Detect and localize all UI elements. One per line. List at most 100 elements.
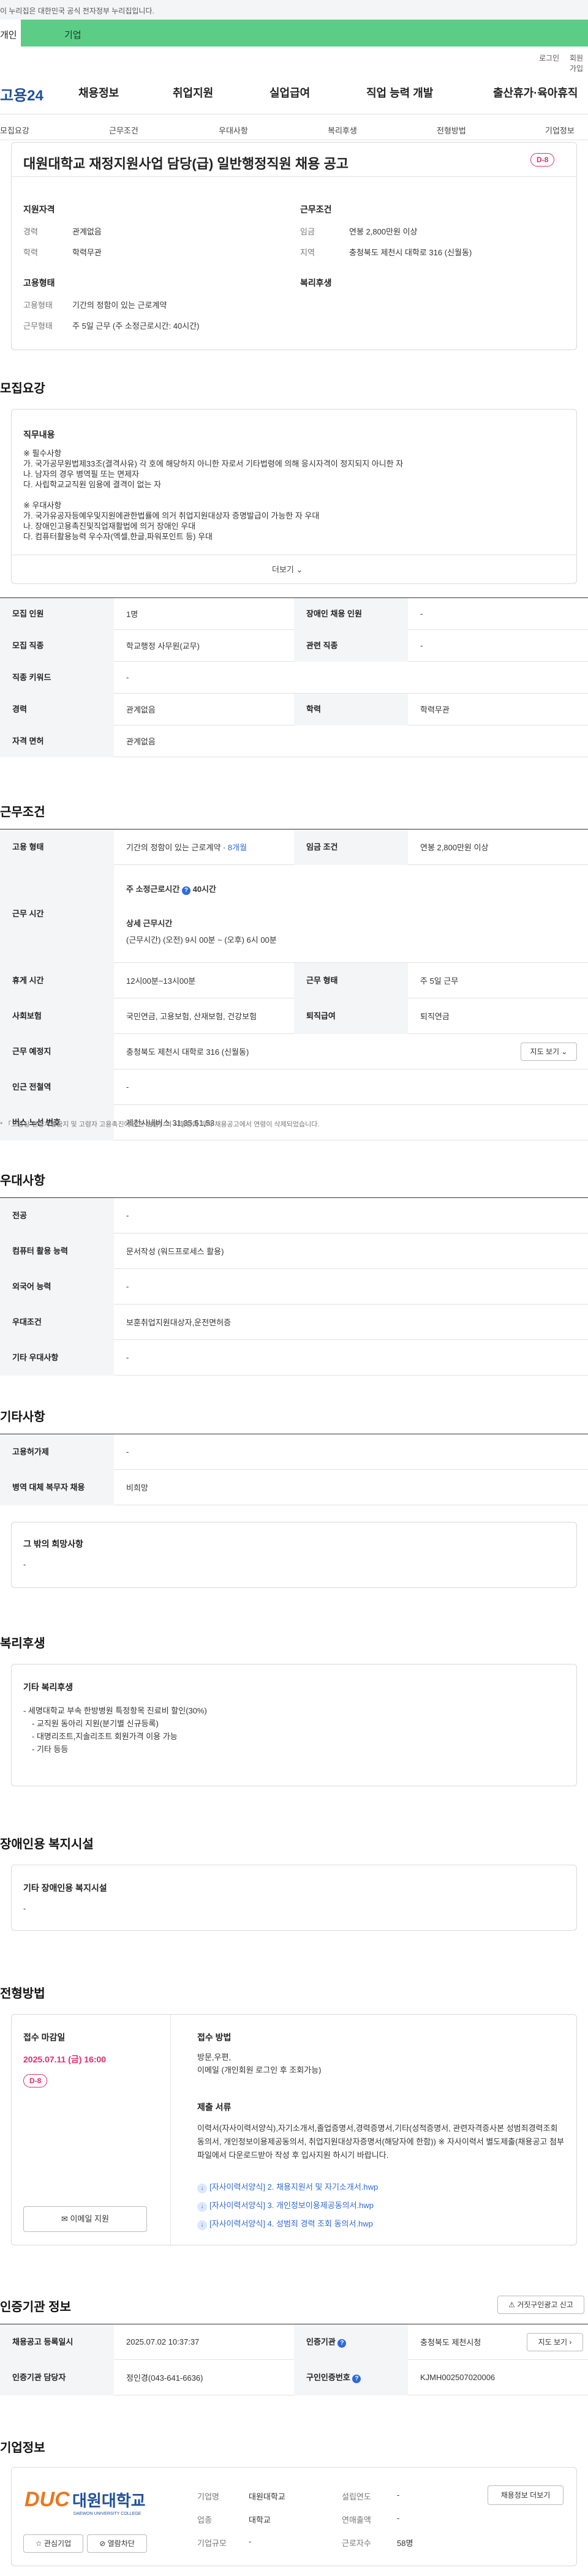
anchor-work[interactable]: 근무조건 <box>109 124 138 136</box>
table-cell: 연봉 2,800만원 이상 <box>420 843 489 852</box>
work-table: 고용 형태 기간의 정함이 있는 근로계약 · 8개월 임금 조건 연봉 2,8… <box>0 829 588 1140</box>
table-header: 장애인 채용 인원 <box>294 597 408 630</box>
hours-detail: (근무시간) (오전) 9시 00분 ~ (오후) 6시 00분 <box>126 935 277 945</box>
join-link[interactable]: 회원가입 <box>570 53 588 73</box>
list-item: 방문,우편, <box>197 2053 232 2062</box>
table-cell: 학교행정 사무원(교무) <box>126 642 200 651</box>
table-header: 휴게 시간 <box>0 962 114 998</box>
company-logo: DUC 대원대학교 DAEWON UNIVERSITY COLLEGE <box>24 2484 147 2517</box>
table-header: 경력 <box>0 693 114 725</box>
table-row: 모집 직종 학교행정 사무원(교무) 관련 직종 - <box>0 629 588 662</box>
table-header: 근무 형태 <box>294 962 408 998</box>
career-label: 경력 <box>23 227 38 236</box>
table-header: 병역 대체 복무자 채용 <box>0 1469 114 1505</box>
anchor-recruit[interactable]: 모집요강 <box>0 124 29 136</box>
table-cell: 관계없음 <box>126 705 156 714</box>
prefer-table: 전공 - 컴퓨터 활용 능력 문서작성 (워드프로세스 활용) 외국어 능력 - 우대… <box>0 1197 588 1376</box>
table-header: 구인인증번호 ? <box>294 2359 408 2395</box>
gnb-item-support[interactable]: 취업지원 <box>173 84 213 105</box>
login-link[interactable]: 로그인 <box>539 53 559 63</box>
attachment-link[interactable]: ↓ [자사이력서양식] 2. 채용지원서 및 자기소개서.hwp <box>197 2178 378 2196</box>
table-row: 근무 시간 주 소정근로시간 ? 40시간 상세 근무시간 (근무시간) (오전… <box>0 864 588 963</box>
anchor-welfare[interactable]: 복리후생 <box>328 124 357 136</box>
hope-title: 그 밖의 희망사항 <box>23 1539 83 1549</box>
star-icon: ☆ <box>35 2539 42 2548</box>
deadline-value: 2025.07.11 (금) 16:00 <box>23 2054 107 2064</box>
help-icon[interactable]: ? <box>337 2338 347 2348</box>
section-title-agency: 인증기관 정보 <box>0 2301 71 2314</box>
table-cell: 학력무관 <box>420 705 450 714</box>
tab-company-label: 기업 <box>64 30 81 40</box>
table-cell: - <box>126 673 129 682</box>
duty-title: 직무내용 <box>23 430 55 440</box>
table-row: 고용허가제 - <box>0 1434 588 1470</box>
table-row: 우대조건 보훈취업지원대상자,운전면허증 <box>0 1304 588 1340</box>
site-logo[interactable]: 고용24 <box>0 83 43 105</box>
size-value: - <box>249 2537 252 2546</box>
table-header: 우대조건 <box>0 1304 114 1340</box>
welfare-card-title: 기타 복리후생 <box>23 1682 74 1692</box>
company-name-label: 기업명 <box>197 2492 219 2501</box>
section-title-etc: 기타사항 <box>0 1410 45 1424</box>
gnb-item-unemployment[interactable]: 실업급여 <box>270 84 310 105</box>
edu-label: 학력 <box>23 248 38 257</box>
table-header: 고용 형태 <box>0 829 114 865</box>
company-logo-image: DUC 대원대학교 DAEWON UNIVERSITY COLLEGE <box>24 2488 146 2516</box>
company-jobs-button[interactable]: 채용정보 더보기 <box>488 2485 564 2505</box>
table-cell: 문서작성 (워드프로세스 활용) <box>126 1247 224 1256</box>
section-title-disabled: 장애인용 복지시설 <box>0 1838 94 1851</box>
table-cell: 12시00분~13시00분 <box>126 976 196 986</box>
disabled-card <box>11 1865 577 1931</box>
table-header: 모집 직종 <box>0 629 114 662</box>
edu-value: 학력무관 <box>72 248 102 257</box>
duty-content: ※ 필수사항 가. 국가공무원법제33조(결격사유) 각 호에 해당하지 아니한… <box>23 448 562 542</box>
table-header: 관련 직종 <box>294 629 408 662</box>
list-item: - 대명리조트,지솔리조트 회원가격 이용 가능 <box>32 1732 178 1741</box>
gnb-item-training[interactable]: 직업 능력 개발 <box>366 84 433 105</box>
table-cell: - <box>126 1082 129 1091</box>
table-cell: 관계없음 <box>126 737 156 746</box>
wage-value: 연봉 2,800만원 이상 <box>349 227 418 236</box>
inst-label: 인증기관 <box>306 2337 336 2346</box>
map-button[interactable]: 지도 보기 ⌄ <box>521 1042 577 1061</box>
section-title-prefer: 우대사항 <box>0 1174 45 1188</box>
attachment-link[interactable]: ↓ [자사이력서양식] 3. 개인정보이용제공동의서.hwp <box>197 2196 378 2215</box>
table-cell: - <box>126 1447 129 1456</box>
more-button[interactable]: 더보기 ⌄ <box>272 563 303 575</box>
table-header: 퇴직급여 <box>294 998 408 1034</box>
table-row: 병역 대체 복무자 채용 비희망 <box>0 1469 588 1505</box>
email-apply-button[interactable]: ✉ 이메일 지원 <box>23 2206 147 2232</box>
report-button[interactable]: ⚠ 거짓구인광고 신고 <box>497 2296 584 2314</box>
agency-table: 채용공고 등록일시 2025.07.02 10:37:37 인증기관 ? 충청북… <box>0 2324 588 2395</box>
table-header: 사회보험 <box>0 998 114 1034</box>
anchor-company[interactable]: 기업정보 <box>545 124 575 136</box>
email-apply-label: 이메일 지원 <box>70 2214 109 2223</box>
etc-table: 고용허가제 - 병역 대체 복무자 채용 비희망 <box>0 1434 588 1505</box>
anchor-screening[interactable]: 전형방법 <box>437 124 466 136</box>
gnb-item-jobs[interactable]: 채용정보 <box>78 84 119 105</box>
duty-line-blank <box>23 490 562 500</box>
agency-map-button[interactable]: 지도 보기 › <box>527 2332 583 2351</box>
size-label: 기업규모 <box>197 2539 227 2548</box>
gnb-item-leave[interactable]: 출산휴가·육아휴직 <box>493 84 578 105</box>
help-icon[interactable]: ? <box>352 2374 361 2383</box>
section-title-recruit: 모집요강 <box>0 382 45 395</box>
table-cell: 비희망 <box>126 1483 148 1492</box>
method-title: 접수 방법 <box>197 2032 232 2042</box>
report-label: 거짓구인광고 신고 <box>517 2301 573 2309</box>
anchor-prefer[interactable]: 우대사항 <box>219 124 248 136</box>
tab-personal[interactable]: 개인 <box>0 20 21 47</box>
help-icon[interactable]: ? <box>181 886 190 895</box>
hours-detail-title: 상세 근무시간 <box>126 918 173 928</box>
deadline-title: 접수 마감일 <box>23 2032 66 2042</box>
fav-company-button[interactable]: ☆ 관심기업 <box>23 2534 83 2553</box>
attachment-name: [자사이력서양식] 4. 성범죄 경력 조회 동의서.hwp <box>209 2219 373 2228</box>
tab-company[interactable]: 기업 <box>64 28 81 41</box>
sales-value: - <box>397 2514 400 2523</box>
region-label: 지역 <box>300 248 315 257</box>
block-button[interactable]: ⊘ 열람차단 <box>87 2534 147 2553</box>
table-cell: - <box>420 641 423 650</box>
hope-card <box>11 1522 577 1588</box>
attachment-link[interactable]: ↓ [자사이력서양식] 4. 성범죄 경력 조회 동의서.hwp <box>197 2215 378 2233</box>
table-row: 휴게 시간 12시00분~13시00분 근무 형태 주 5일 근무 <box>0 962 588 998</box>
